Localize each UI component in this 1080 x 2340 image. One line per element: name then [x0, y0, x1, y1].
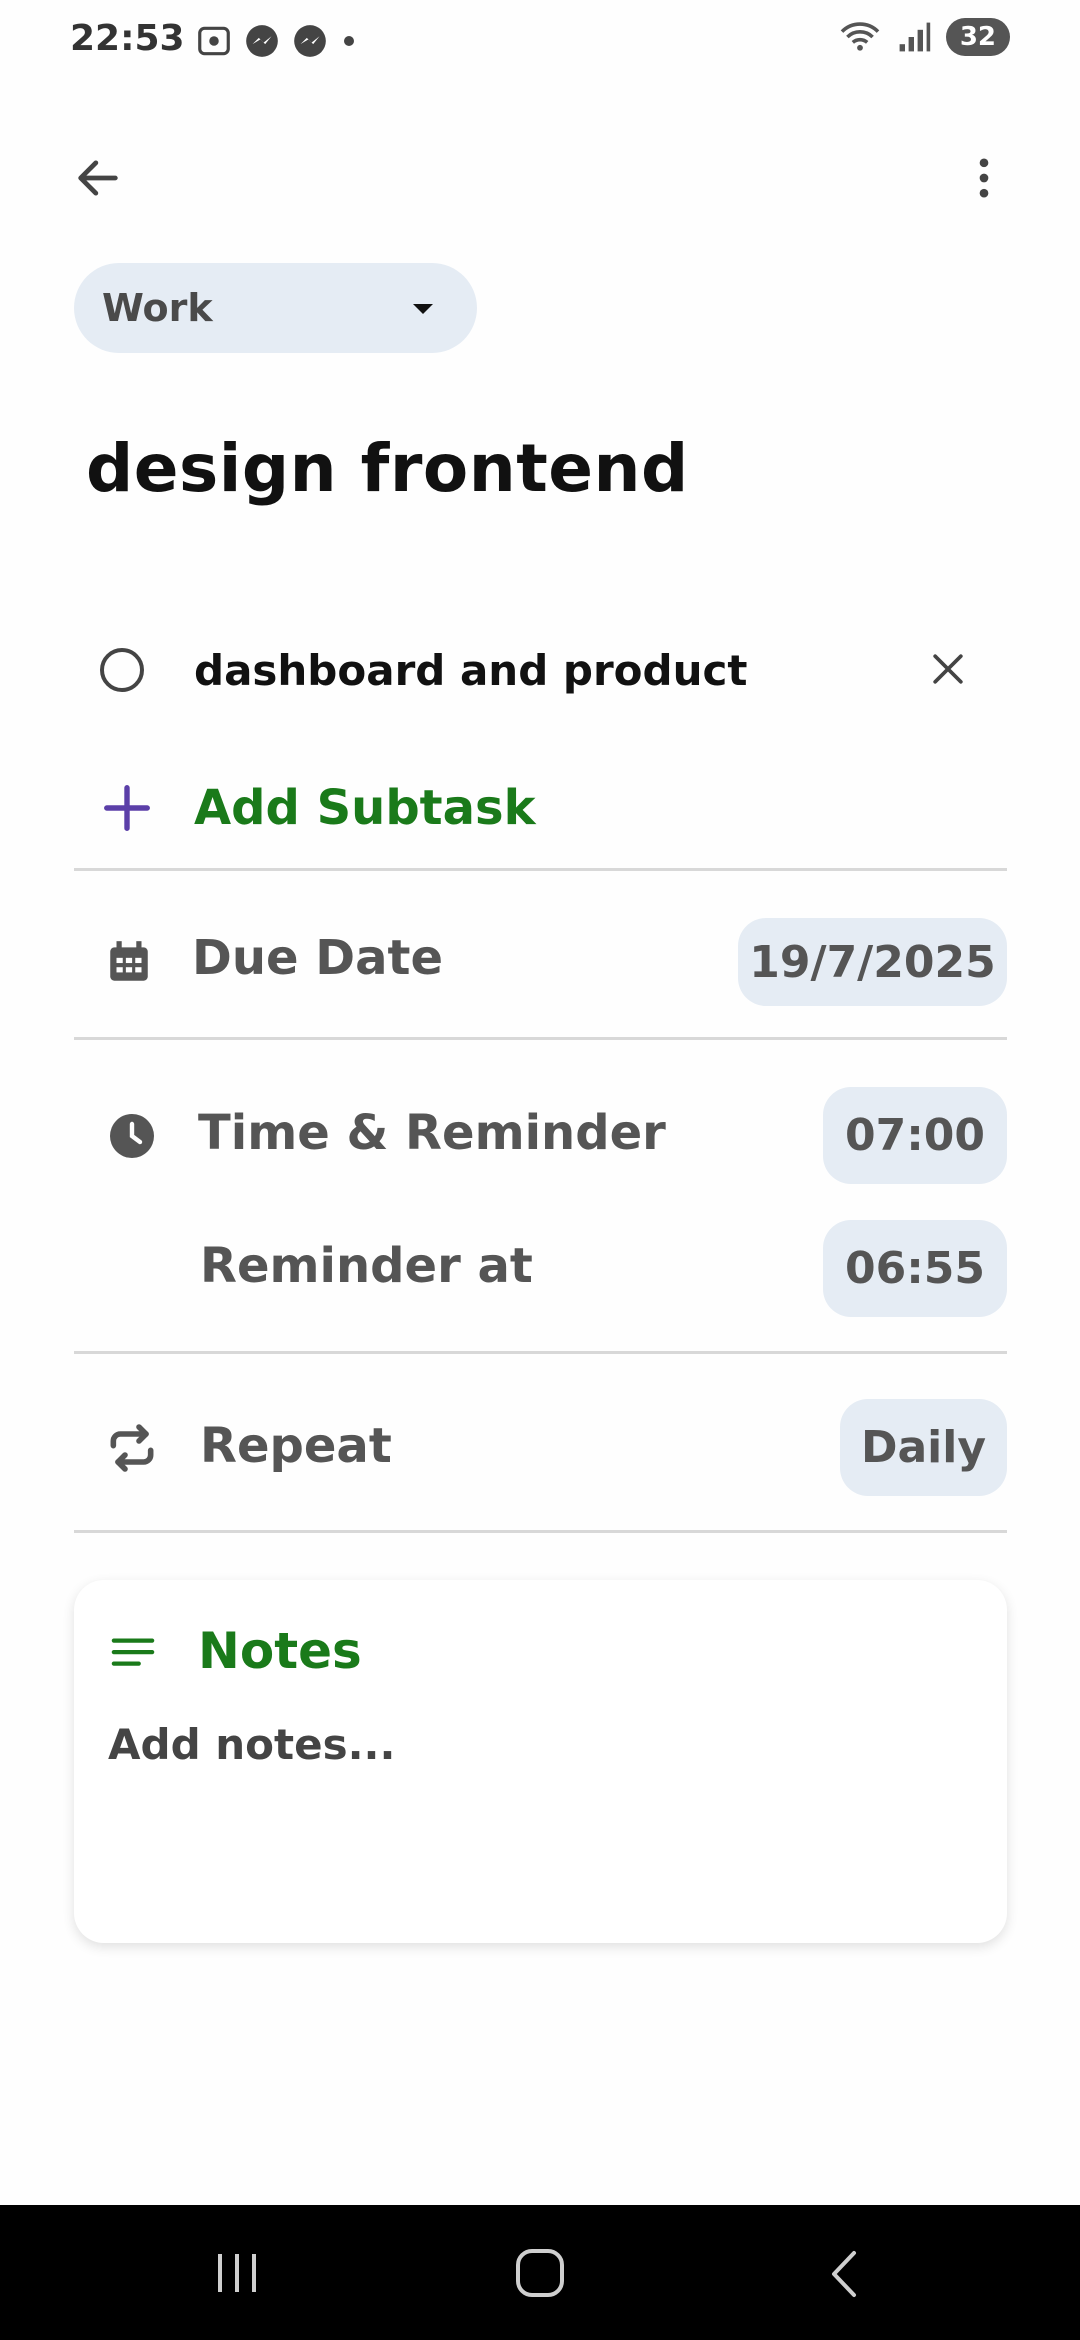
subtask-label[interactable]: dashboard and product: [194, 646, 747, 695]
repeat-label: Repeat: [200, 1418, 392, 1474]
divider: [74, 1351, 1007, 1354]
category-dropdown[interactable]: Work: [74, 263, 477, 353]
time-chip[interactable]: 07:00: [823, 1087, 1007, 1184]
close-icon[interactable]: [926, 647, 970, 691]
add-subtask-label: Add Subtask: [194, 780, 536, 836]
calendar-icon: [110, 941, 148, 981]
time-reminder-label: Time & Reminder: [198, 1105, 666, 1161]
more-options-button[interactable]: [946, 140, 1022, 216]
messenger-icon: [246, 25, 278, 57]
caret-down-icon: [413, 304, 433, 314]
divider: [74, 1530, 1007, 1533]
system-navigation-bar: [0, 2205, 1080, 2340]
status-system-icons: 32: [838, 18, 1010, 56]
arrow-left-icon: [78, 160, 118, 196]
category-label: Work: [102, 286, 213, 330]
divider: [74, 1037, 1007, 1040]
battery-indicator: 32: [945, 18, 1010, 56]
clock-icon: [110, 1114, 154, 1158]
status-time: 22:53: [70, 18, 185, 59]
more-vertical-icon: [979, 158, 989, 198]
back-button[interactable]: [60, 140, 136, 216]
due-date-label: Due Date: [192, 930, 444, 986]
repeat-icon: [110, 1424, 154, 1472]
back-nav-icon[interactable]: [826, 2249, 862, 2299]
signal-icon: [899, 22, 931, 52]
notes-icon: [111, 1638, 155, 1666]
screenshot-icon: [198, 26, 230, 56]
plus-icon: [104, 785, 150, 831]
reminder-at-label: Reminder at: [200, 1238, 533, 1294]
dot-icon: [344, 36, 354, 46]
status-notification-icons: [195, 22, 359, 60]
notes-input[interactable]: Add notes...: [108, 1720, 395, 1769]
notes-card: Notes Add notes...: [74, 1580, 1007, 1943]
task-title[interactable]: design frontend: [86, 430, 689, 507]
home-icon[interactable]: [514, 2247, 566, 2299]
recent-apps-icon[interactable]: [212, 2250, 262, 2296]
due-date-chip[interactable]: 19/7/2025: [738, 918, 1007, 1006]
repeat-chip[interactable]: Daily: [840, 1399, 1007, 1496]
subtask-checkbox[interactable]: [100, 648, 144, 692]
add-subtask-button[interactable]: Add Subtask: [100, 780, 536, 836]
subtask-item: dashboard and product: [100, 635, 970, 705]
messenger-icon: [294, 25, 326, 57]
notes-title: Notes: [198, 1622, 362, 1680]
divider: [74, 868, 1007, 871]
wifi-icon: [840, 22, 880, 51]
reminder-chip[interactable]: 06:55: [823, 1220, 1007, 1317]
